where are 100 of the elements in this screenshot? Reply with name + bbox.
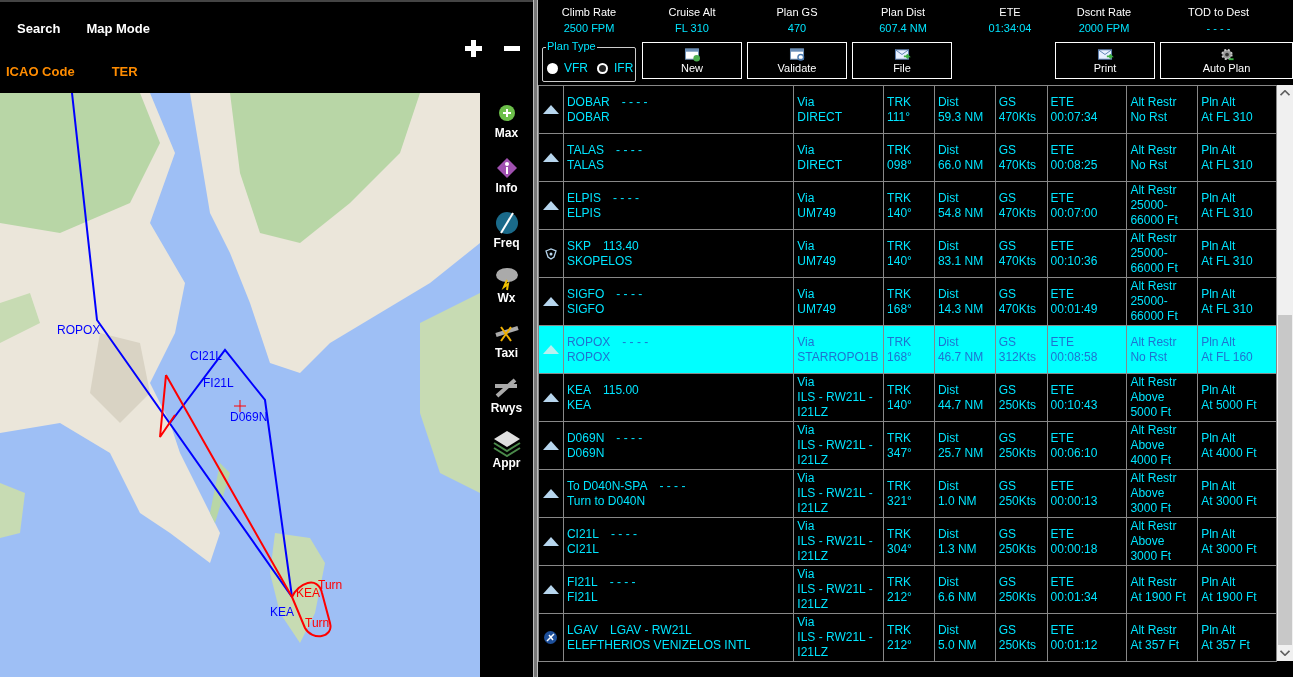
frequency-text: - - - -	[612, 190, 639, 206]
waypoint-name: SKOPELOS	[566, 253, 634, 269]
table-cell: Dist 66.0 NM	[934, 134, 996, 181]
table-cell: TRK 347°	[884, 422, 935, 469]
toolbar-button[interactable]: Rwys	[490, 374, 523, 415]
leg-row[interactable]: D069N - - - - D069N Via ILS - RW21L - I21LZ TRK 347° Dist 25.7 NM GS 250Kts ETE 00:06:10 Alt Restr Above 4000 Ft Pln Alt At 4000 Ft	[539, 422, 1277, 470]
waypoint-name: FI21L	[566, 589, 599, 605]
table-cell: Dist 1.3 NM	[934, 518, 996, 565]
route-label: D069N	[230, 411, 268, 424]
toolbar-button[interactable]: Taxi	[492, 319, 521, 360]
table-cell: Alt Restr Above 4000 Ft	[1127, 422, 1199, 469]
filter-label[interactable]: ICAO Code	[6, 62, 75, 82]
toolbar-button[interactable]: Freq	[492, 209, 521, 250]
toolbar-button[interactable]: Wx	[492, 264, 521, 305]
leg-row[interactable]: LGAV LGAV - RW21L ELEFTHERIOS VENIZELOS INTL Via ILS - RW21L - I21LZ TRK 212° Dist 5.0 NM GS 250Kts ETE 00:01:12 Alt Restr At 357 Ft Pln Alt At 357 Ft	[539, 614, 1277, 662]
table-cell: Alt Restr No Rst	[1127, 86, 1199, 133]
table-cell: Alt Restr No Rst	[1127, 134, 1199, 181]
table-cell: Pln Alt At 1900 Ft	[1198, 566, 1277, 613]
table-cell: Via ILS - RW21L - I21LZ	[794, 422, 885, 469]
leg-row[interactable]: DOBAR - - - - DOBAR Via DIRECT TRK 111° Dist 59.3 NM GS 470Kts ETE 00:07:34 Alt Restr No Rst Pln Alt At FL 310	[539, 86, 1277, 134]
triangle-icon	[542, 105, 559, 114]
validate-icon	[788, 47, 806, 62]
leg-row[interactable]: TALAS - - - - TALAS Via DIRECT TRK 098° Dist 66.0 NM GS 470Kts ETE 00:08:25 Alt Restr No Rst Pln Alt At FL 310	[539, 134, 1277, 182]
frequency-text: - - - -	[610, 526, 637, 542]
frequency-text: 113.40	[602, 238, 639, 254]
stat-value: 2500 FPM	[563, 22, 615, 35]
filter-label[interactable]: TER	[111, 62, 138, 82]
table-cell: GS 470Kts	[995, 134, 1048, 181]
print-icon	[1096, 47, 1114, 62]
leg-row[interactable]: FI21L - - - - FI21L Via ILS - RW21L - I21LZ TRK 212° Dist 6.6 NM GS 250Kts ETE 00:01:34 Alt Restr At 1900 Ft Pln Alt At 1900 Ft	[539, 566, 1277, 614]
validate-button[interactable]: Validate	[747, 42, 847, 79]
table-cell: Pln Alt At FL 310	[1198, 230, 1277, 277]
toolbar-button[interactable]: Info	[492, 154, 521, 195]
triangle-icon	[542, 345, 559, 354]
table-cell: Dist 6.6 NM	[934, 566, 996, 613]
waypoint-name: D069N	[566, 445, 606, 461]
frequency-text: 115.00	[602, 382, 639, 398]
frequency-text: - - - -	[616, 286, 643, 302]
table-cell: Via UM749	[794, 182, 885, 229]
menu-item[interactable]: Map Mode	[86, 19, 150, 39]
table-cell: Via ILS - RW21L - I21LZ	[794, 470, 885, 517]
table-cell: TRK 111°	[884, 86, 935, 133]
route-label: Turn	[305, 617, 330, 630]
waypoint-name: DOBAR	[566, 109, 611, 125]
waypoint-ident: DOBAR	[566, 94, 610, 110]
table-cell: Alt Restr At 1900 Ft	[1127, 566, 1199, 613]
toolbar-button[interactable]: Max	[492, 99, 521, 140]
leg-row[interactable]: To D040N-SPA - - - - Turn to D040N Via ILS - RW21L - I21LZ TRK 321° Dist 1.0 NM GS 250Kts ETE 00:00:13 Alt Restr Above 3000 Ft Pln Alt At 3000 Ft	[539, 470, 1277, 518]
new-button[interactable]: New	[642, 42, 742, 79]
table-cell: Via UM749	[794, 278, 885, 325]
radio-button[interactable]: IFR	[596, 61, 634, 75]
stat-value: 470	[787, 22, 807, 35]
file-button[interactable]: File	[852, 42, 952, 79]
scroll-down-icon[interactable]	[1280, 650, 1290, 656]
table-cell: TRK 140°	[884, 230, 935, 277]
auto-button[interactable]: Auto Plan	[1160, 42, 1293, 79]
scrollbar[interactable]	[1277, 85, 1293, 661]
table-cell: Alt Restr 25000- 66000 Ft	[1127, 230, 1199, 277]
leg-row[interactable]: ROPOX - - - - ROPOX Via STARROPO1B TRK 168° Dist 46.7 NM GS 312Kts ETE 00:08:58 Alt Restr No Rst Pln Alt At FL 160	[539, 326, 1277, 374]
triangle-icon	[542, 297, 559, 306]
triangle-icon	[542, 489, 559, 498]
route-label: FI21L	[203, 377, 234, 390]
table-cell: Alt Restr Above 5000 Ft	[1127, 374, 1199, 421]
table-cell: Pln Alt At 4000 Ft	[1198, 422, 1277, 469]
table-cell: Via DIRECT	[794, 86, 885, 133]
table-cell: Dist 1.0 NM	[934, 470, 996, 517]
leg-row[interactable]: ELPIS - - - - ELPIS Via UM749 TRK 140° Dist 54.8 NM GS 470Kts ETE 00:07:00 Alt Restr 25000- 66000 Ft Pln Alt At FL 310	[539, 182, 1277, 230]
table-cell: ETE 00:10:36	[1047, 230, 1128, 277]
leg-row[interactable]: CI21L - - - - CI21L Via ILS - RW21L - I21LZ TRK 304° Dist 1.3 NM GS 250Kts ETE 00:00:18 Alt Restr Above 3000 Ft Pln Alt At 3000 Ft	[539, 518, 1277, 566]
group-label: Plan Type	[546, 40, 597, 53]
table-cell: Via ILS - RW21L - I21LZ	[794, 614, 885, 661]
table-cell: ETE 00:10:43	[1047, 374, 1128, 421]
toolbar-button[interactable]: Appr	[492, 429, 521, 470]
leg-row[interactable]: KEA 115.00 KEA Via ILS - RW21L - I21LZ TRK 140° Dist 44.7 NM GS 250Kts ETE 00:10:43 Alt Restr Above 5000 Ft Pln Alt At 5000 Ft	[539, 374, 1277, 422]
print-button[interactable]: Print	[1055, 42, 1155, 79]
table-cell: Pln Alt At FL 310	[1198, 182, 1277, 229]
leg-row[interactable]: SIGFO - - - - SIGFO Via UM749 TRK 168° Dist 14.3 NM GS 470Kts ETE 00:01:49 Alt Restr 25000- 66000 Ft Pln Alt At FL 310	[539, 278, 1277, 326]
waypoint-ident: FI21L	[566, 574, 598, 590]
frequency-text: - - - -	[659, 478, 686, 494]
table-cell: Alt Restr 25000- 66000 Ft	[1127, 278, 1199, 325]
table-cell: TRK 212°	[884, 614, 935, 661]
waypoint-ident: KEA	[566, 382, 591, 398]
table-cell: ETE 00:08:25	[1047, 134, 1128, 181]
table-cell: Alt Restr Above 3000 Ft	[1127, 518, 1199, 565]
radio-button[interactable]: VFR	[546, 61, 588, 75]
waypoint-ident: ELPIS	[566, 190, 601, 206]
scroll-up-icon[interactable]	[1280, 90, 1290, 96]
menu-item[interactable]: Search	[17, 19, 61, 39]
triangle-icon	[542, 201, 559, 210]
leg-row[interactable]: SKP 113.40 SKOPELOS Via UM749 TRK 140° Dist 83.1 NM GS 470Kts ETE 00:10:36 Alt Restr 25000- 66000 Ft Pln Alt At FL 310	[539, 230, 1277, 278]
table-cell: ETE 00:01:12	[1047, 614, 1128, 661]
triangle-icon	[542, 537, 559, 546]
table-cell: Alt Restr At 357 Ft	[1127, 614, 1199, 661]
table-cell: Alt Restr No Rst	[1127, 326, 1199, 373]
table-cell: TRK 140°	[884, 374, 935, 421]
table-cell: Via UM749	[794, 230, 885, 277]
frequency-text: - - - -	[616, 430, 643, 446]
table-cell: Pln Alt At 3000 Ft	[1198, 518, 1277, 565]
stat-label: Cruise Alt	[668, 6, 716, 19]
zoom-in-icon[interactable]	[465, 40, 482, 57]
